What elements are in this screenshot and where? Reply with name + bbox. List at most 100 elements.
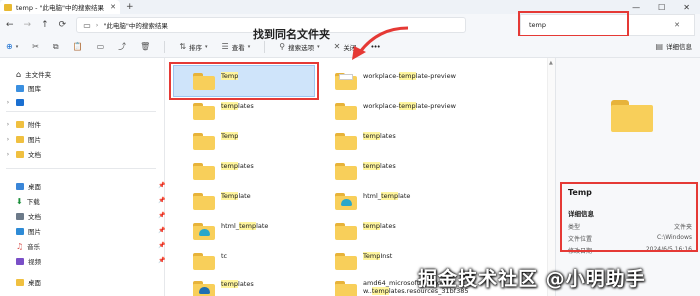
annotation-search-box <box>518 11 629 37</box>
chevron-right-icon: › <box>6 120 10 128</box>
sidebar-item-desktop[interactable]: 桌面 <box>4 180 41 192</box>
folder-icon <box>193 132 215 150</box>
folder-icon <box>611 100 653 132</box>
result-item[interactable]: templates <box>335 218 396 244</box>
plus-icon: ⊕ <box>6 42 13 51</box>
gallery-icon <box>16 84 24 92</box>
tab-search-results[interactable]: temp - "此电脑"中的搜索结果 ✕ <box>0 0 120 14</box>
divider <box>264 40 266 53</box>
result-item[interactable]: TempInst <box>335 248 392 274</box>
item-name: templates <box>363 162 396 170</box>
share-button[interactable]: ⤴ <box>118 41 126 52</box>
documents-icon <box>16 212 24 220</box>
result-item[interactable]: templates <box>335 128 396 154</box>
cloud-icon <box>16 98 24 106</box>
up-arrow-icon[interactable]: ↑ <box>41 20 49 30</box>
trash-icon: 🗑 <box>140 42 151 51</box>
folder-icon <box>16 150 24 158</box>
result-item[interactable]: html_template <box>335 188 410 214</box>
tab-title: temp - "此电脑"中的搜索结果 <box>16 4 104 12</box>
sidebar-item-pictures[interactable]: 图片 <box>4 225 41 237</box>
details-button[interactable]: ▤ 详细信息 <box>655 41 692 52</box>
sidebar-item-label: 下载 <box>26 198 40 206</box>
sidebar-item-documents-folder[interactable]: › 文档 <box>4 148 41 160</box>
paste-button[interactable]: 📋 <box>73 42 83 51</box>
tab-close-button[interactable]: ✕ <box>110 3 116 11</box>
sidebar-item-label: 图库 <box>28 85 41 93</box>
folder-icon <box>16 278 24 286</box>
search-clear-button[interactable]: ✕ <box>674 21 680 29</box>
result-item[interactable]: Template <box>193 188 251 214</box>
cut-button[interactable]: ✂ <box>32 42 39 51</box>
sidebar-item-label: 主文件夹 <box>25 71 52 79</box>
item-name: TempInst <box>363 252 393 260</box>
folder-icon <box>16 135 24 143</box>
new-button[interactable]: ⊕ ▾ <box>6 42 18 51</box>
paste-icon: 📋 <box>72 42 83 51</box>
result-item[interactable]: templates <box>193 276 254 296</box>
new-tab-button[interactable]: + <box>126 2 134 12</box>
details-label: 详细信息 <box>666 43 692 51</box>
result-item[interactable]: templates <box>193 98 254 124</box>
chevron-right-icon: › <box>95 21 99 29</box>
sidebar-item-home[interactable]: ⌂ 主文件夹 <box>4 68 51 80</box>
result-item[interactable]: templates <box>193 158 254 184</box>
result-item[interactable]: Temp <box>193 68 239 94</box>
result-item[interactable]: workplace-template-preview <box>335 68 456 94</box>
folder-icon <box>193 192 215 210</box>
refresh-icon[interactable]: ⟳ <box>59 20 67 30</box>
divider <box>164 40 166 53</box>
scroll-up-icon[interactable]: ▲ <box>549 60 553 66</box>
delete-button[interactable]: 🗑 <box>140 42 150 51</box>
result-item[interactable]: workplace-template-preview <box>335 98 456 124</box>
sidebar-item-documents[interactable]: 文档 <box>4 210 41 222</box>
result-item[interactable]: Temp <box>193 128 239 154</box>
maximize-button[interactable]: ☐ <box>658 3 665 12</box>
music-icon: ♫ <box>16 241 24 251</box>
sidebar-item-music[interactable]: ♫ 音乐 <box>4 240 40 252</box>
folder-icon <box>335 162 357 180</box>
item-name: html_template <box>363 192 411 200</box>
annotation-text: 找到同名文件夹 <box>253 28 330 41</box>
forward-arrow-icon[interactable]: → <box>24 20 32 30</box>
result-item[interactable]: html_template <box>193 218 268 244</box>
sidebar-item-label: 桌面 <box>28 183 41 191</box>
folder-icon <box>335 102 357 120</box>
item-name: Temp <box>221 72 239 80</box>
sort-button[interactable]: ⇅ 排序 ▾ <box>179 42 207 52</box>
sidebar-item-gallery[interactable]: 图库 <box>4 82 41 94</box>
back-arrow-icon[interactable]: ← <box>6 20 14 30</box>
sort-label: 排序 <box>189 43 203 52</box>
result-item[interactable]: templates <box>335 158 396 184</box>
item-name: workplace-template-preview <box>363 102 456 110</box>
chevron-down-icon: ▾ <box>247 43 251 50</box>
details-pane: Temp 详细信息 类型 文件夹 文件位置 C:\Windows 修改日期 2024/… <box>555 58 700 296</box>
sidebar-item-downloads[interactable]: ⬇ 下载 <box>4 195 40 207</box>
sidebar-item-label: 文档 <box>28 213 41 221</box>
view-button[interactable]: ☰ 查看 ▾ <box>222 42 251 52</box>
sidebar-item-pictures-folder[interactable]: › 图片 <box>4 133 41 145</box>
sidebar-item-label: 视频 <box>28 258 41 266</box>
home-icon: ⌂ <box>16 69 22 79</box>
sidebar-item-videos[interactable]: 视频 <box>4 255 41 267</box>
rename-button[interactable]: ▭ <box>97 42 105 51</box>
window-controls: — ☐ ✕ <box>632 3 700 12</box>
pictures-icon <box>16 227 24 235</box>
sidebar-item-cloud[interactable]: › <box>4 96 28 108</box>
rename-icon: ▭ <box>96 42 105 51</box>
search-options-icon: ⚲ <box>279 42 286 51</box>
result-item[interactable]: tc <box>193 248 227 274</box>
scrollbar[interactable]: ▲ <box>547 58 555 296</box>
copy-button[interactable]: ⧉ <box>53 42 59 52</box>
folder-icon <box>4 3 12 11</box>
annotation-details-box <box>560 182 698 252</box>
search-options-button[interactable]: ⚲ 搜索选项 ▾ <box>279 42 319 52</box>
cut-icon: ✂ <box>32 42 39 51</box>
sidebar-item-attachments[interactable]: › 附件 <box>4 118 41 130</box>
minimize-button[interactable]: — <box>632 3 640 12</box>
close-window-button[interactable]: ✕ <box>683 3 690 12</box>
divider <box>6 168 156 169</box>
sidebar-item-desktop-folder[interactable]: 桌面 <box>4 276 41 288</box>
search-options-label: 搜索选项 <box>288 43 315 52</box>
item-name: templates <box>221 102 254 110</box>
